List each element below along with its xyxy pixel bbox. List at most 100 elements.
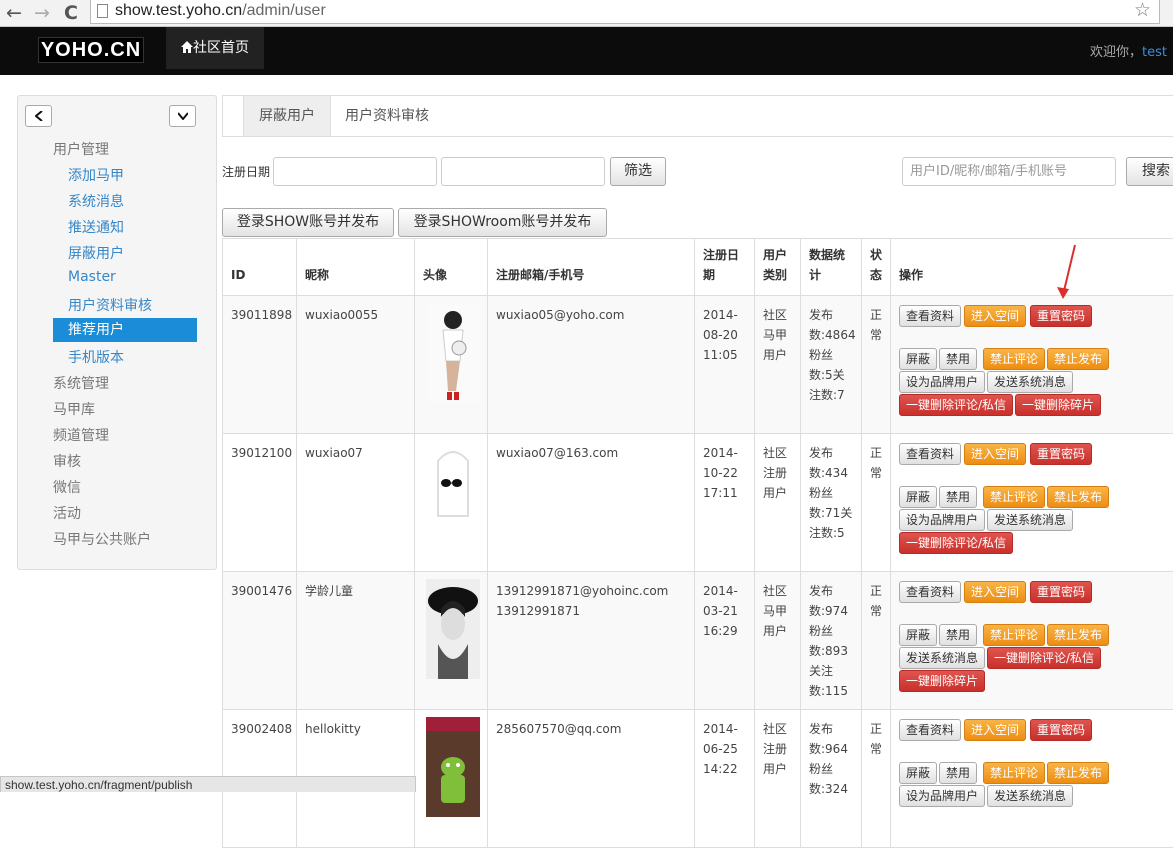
back-button[interactable]: ←	[6, 2, 22, 24]
ban-comment-button[interactable]: 禁止评论	[983, 762, 1045, 784]
th-id: ID	[223, 239, 297, 296]
reset-password-button[interactable]: 重置密码	[1030, 719, 1092, 741]
view-profile-button[interactable]: 查看资料	[899, 443, 961, 465]
enter-space-button[interactable]: 进入空间	[964, 443, 1026, 465]
send-system-message-button[interactable]: 发送系统消息	[987, 371, 1073, 393]
menu-user-management[interactable]: 用户管理	[53, 139, 109, 159]
forward-button[interactable]: →	[34, 2, 50, 24]
avatar-image[interactable]	[426, 441, 480, 541]
reset-password-button[interactable]: 重置密码	[1030, 443, 1092, 465]
ban-post-button[interactable]: 禁止发布	[1047, 348, 1109, 370]
delete-comments-button[interactable]: 一键删除评论/私信	[987, 647, 1101, 669]
block-button[interactable]: 屏蔽	[899, 762, 937, 784]
menu-blocked-users[interactable]: 屏蔽用户	[68, 243, 124, 263]
view-profile-button[interactable]: 查看资料	[899, 719, 961, 741]
sidebar-collapse-button[interactable]	[25, 105, 52, 127]
bookmark-star-icon[interactable]: ☆	[1134, 0, 1151, 22]
block-button[interactable]: 屏蔽	[899, 624, 937, 646]
search-button[interactable]: 搜索	[1126, 157, 1173, 186]
cell-actions: 查看资料 进入空间 重置密码 屏蔽 禁用 禁止评论 禁止发布 设为品牌用户 发送…	[891, 434, 1173, 572]
view-profile-button[interactable]: 查看资料	[899, 581, 961, 603]
send-system-message-button[interactable]: 发送系统消息	[899, 647, 985, 669]
cell-status: 正常	[862, 572, 891, 710]
address-bar[interactable]: show.test.yoho.cn/admin/user ☆	[90, 0, 1160, 24]
avatar-image[interactable]	[426, 579, 480, 679]
enter-space-button[interactable]: 进入空间	[964, 719, 1026, 741]
menu-profile-review[interactable]: 用户资料审核	[68, 295, 152, 315]
avatar-image[interactable]	[426, 303, 480, 403]
avatar-image[interactable]	[426, 717, 480, 817]
login-showroom-publish-button[interactable]: 登录SHOWroom账号并发布	[398, 208, 607, 237]
disable-button[interactable]: 禁用	[939, 624, 977, 646]
menu-wechat[interactable]: 微信	[53, 477, 81, 497]
cell-reg-date: 2014-03-21 16:29	[695, 572, 755, 710]
yoho-logo[interactable]: YOHO.CN	[38, 37, 144, 63]
set-brand-user-button[interactable]: 设为品牌用户	[899, 785, 985, 807]
menu-add-vest[interactable]: 添加马甲	[68, 165, 124, 185]
reset-password-button[interactable]: 重置密码	[1030, 581, 1092, 603]
date-to-input[interactable]	[441, 157, 605, 186]
ban-post-button[interactable]: 禁止发布	[1047, 486, 1109, 508]
block-button[interactable]: 屏蔽	[899, 486, 937, 508]
delete-fragments-button[interactable]: 一键删除碎片	[899, 670, 985, 692]
set-brand-user-button[interactable]: 设为品牌用户	[899, 371, 985, 393]
search-input[interactable]: 用户ID/昵称/邮箱/手机账号	[902, 157, 1116, 186]
delete-comments-button[interactable]: 一键删除评论/私信	[899, 394, 1013, 416]
enter-space-button[interactable]: 进入空间	[964, 581, 1026, 603]
ban-comment-button[interactable]: 禁止评论	[983, 348, 1045, 370]
welcome-text: 欢迎你，test	[1090, 41, 1167, 60]
sidebar-expand-button[interactable]	[169, 105, 196, 127]
tab-blocked-users[interactable]: 屏蔽用户	[243, 96, 331, 136]
email-text: 285607570@qq.com	[496, 722, 621, 736]
cell-user-type: 社区注册用户	[755, 434, 801, 572]
menu-review[interactable]: 审核	[53, 451, 81, 471]
menu-system-message[interactable]: 系统消息	[68, 191, 124, 211]
menu-master[interactable]: Master	[68, 269, 116, 285]
reload-button[interactable]: C	[64, 2, 78, 24]
menu-channel-management[interactable]: 频道管理	[53, 425, 109, 445]
cell-nickname: wuxiao0055	[297, 296, 415, 434]
set-brand-user-button[interactable]: 设为品牌用户	[899, 509, 985, 531]
ban-comment-button[interactable]: 禁止评论	[983, 486, 1045, 508]
username-link[interactable]: test	[1142, 45, 1167, 60]
menu-system-management[interactable]: 系统管理	[53, 373, 109, 393]
home-link[interactable]: 社区首页	[166, 27, 264, 69]
tab-profile-review[interactable]: 用户资料审核	[330, 96, 444, 136]
disable-button[interactable]: 禁用	[939, 486, 977, 508]
enter-space-button[interactable]: 进入空间	[964, 305, 1026, 327]
cell-actions: 查看资料 进入空间 重置密码 屏蔽 禁用 禁止评论 禁止发布 发送系统消息 一键…	[891, 572, 1173, 710]
menu-activity[interactable]: 活动	[53, 503, 81, 523]
view-profile-button[interactable]: 查看资料	[899, 305, 961, 327]
url-domain: show.test.yoho.cn	[115, 2, 242, 19]
cell-avatar	[415, 572, 488, 710]
delete-comments-button[interactable]: 一键删除评论/私信	[899, 532, 1013, 554]
menu-recommended-users[interactable]: 推荐用户	[53, 318, 197, 342]
filter-button[interactable]: 筛选	[610, 157, 666, 186]
disable-button[interactable]: 禁用	[939, 762, 977, 784]
date-from-input[interactable]	[273, 157, 437, 186]
send-system-message-button[interactable]: 发送系统消息	[987, 785, 1073, 807]
ban-comment-button[interactable]: 禁止评论	[983, 624, 1045, 646]
ban-post-button[interactable]: 禁止发布	[1047, 762, 1109, 784]
login-show-publish-button[interactable]: 登录SHOW账号并发布	[222, 208, 394, 237]
delete-fragments-button[interactable]: 一键删除碎片	[1015, 394, 1101, 416]
reset-password-button[interactable]: 重置密码	[1030, 305, 1092, 327]
menu-push-notification[interactable]: 推送通知	[68, 217, 124, 237]
cell-stats: 发布数:974粉丝数:893关注数:115	[801, 572, 862, 710]
cell-nickname: 学龄儿童	[297, 572, 415, 710]
cell-stats: 发布数:434粉丝数:71关注数:5	[801, 434, 862, 572]
menu-vest-public-accounts[interactable]: 马甲与公共账户	[53, 529, 151, 549]
table-header-row: ID 昵称 头像 注册邮箱/手机号 注册日期 用户类别 数据统计 状态 操作	[223, 239, 1173, 296]
table-row: 39012100 wuxiao07 wuxiao07@163.com 2014-…	[223, 434, 1173, 572]
email-text: wuxiao05@yoho.com	[496, 308, 624, 322]
block-button[interactable]: 屏蔽	[899, 348, 937, 370]
disable-button[interactable]: 禁用	[939, 348, 977, 370]
th-avatar: 头像	[415, 239, 488, 296]
welcome-label: 欢迎你，	[1090, 45, 1142, 60]
menu-mobile-version[interactable]: 手机版本	[68, 347, 124, 367]
send-system-message-button[interactable]: 发送系统消息	[987, 509, 1073, 531]
user-table: ID 昵称 头像 注册邮箱/手机号 注册日期 用户类别 数据统计 状态 操作 3…	[222, 238, 1173, 848]
ban-post-button[interactable]: 禁止发布	[1047, 624, 1109, 646]
menu-vest-library[interactable]: 马甲库	[53, 399, 95, 419]
tab-bar: 屏蔽用户 用户资料审核	[222, 95, 1173, 137]
